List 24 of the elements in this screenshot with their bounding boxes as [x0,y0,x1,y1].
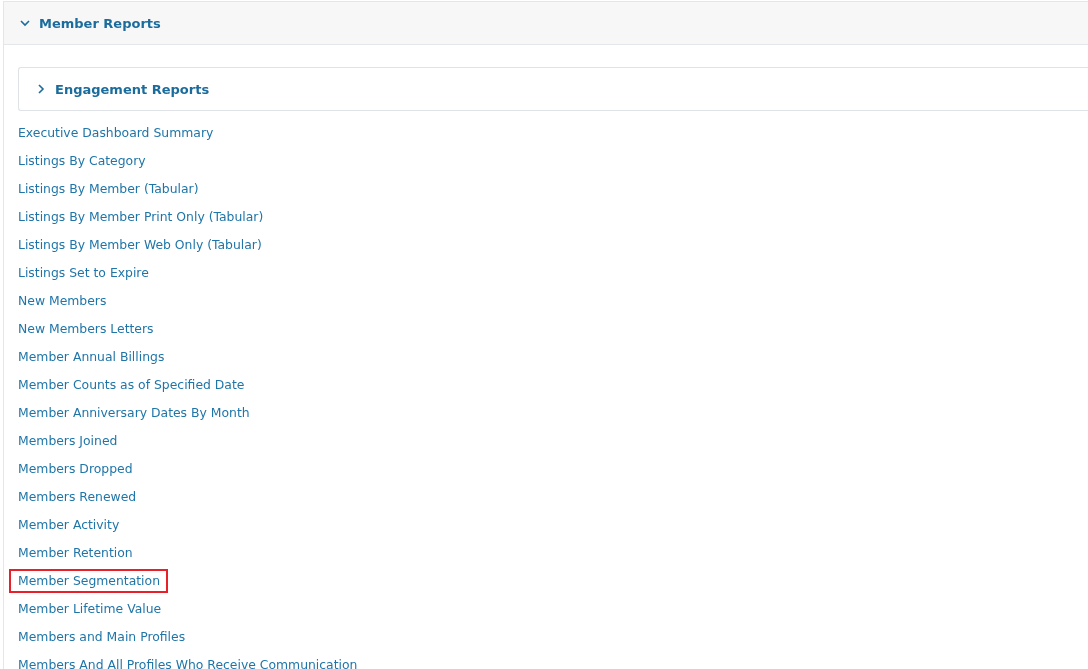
section-header[interactable]: Member Reports [4,2,1088,45]
report-link[interactable]: Listings By Member Web Only (Tabular) [9,231,270,259]
report-link[interactable]: Member Segmentation [9,569,168,593]
report-link[interactable]: Listings By Category [9,147,154,175]
report-link[interactable]: Members Renewed [9,483,145,511]
report-link[interactable]: Members Joined [9,427,126,455]
report-link[interactable]: Member Lifetime Value [9,595,170,623]
report-link[interactable]: New Members [9,287,115,315]
report-link[interactable]: Executive Dashboard Summary [9,119,222,147]
report-link[interactable]: Listings Set to Expire [9,259,157,287]
report-link[interactable]: Member Annual Billings [9,343,173,371]
report-link[interactable]: Members and Main Profiles [9,623,194,651]
report-link[interactable]: Members Dropped [9,455,141,483]
subsection-title: Engagement Reports [55,81,210,97]
report-link[interactable]: Member Activity [9,511,128,539]
report-link[interactable]: Member Counts as of Specified Date [9,371,253,399]
report-link[interactable]: Listings By Member Print Only (Tabular) [9,203,272,231]
report-link[interactable]: Member Anniversary Dates By Month [9,399,258,427]
section-title: Member Reports [39,15,161,31]
report-link[interactable]: New Members Letters [9,315,162,343]
report-link[interactable]: Listings By Member (Tabular) [9,175,207,203]
report-link[interactable]: Members And All Profiles Who Receive Communication [9,651,366,669]
report-link[interactable]: Member Retention [9,539,141,567]
subsection-header[interactable]: Engagement Reports [18,67,1088,111]
